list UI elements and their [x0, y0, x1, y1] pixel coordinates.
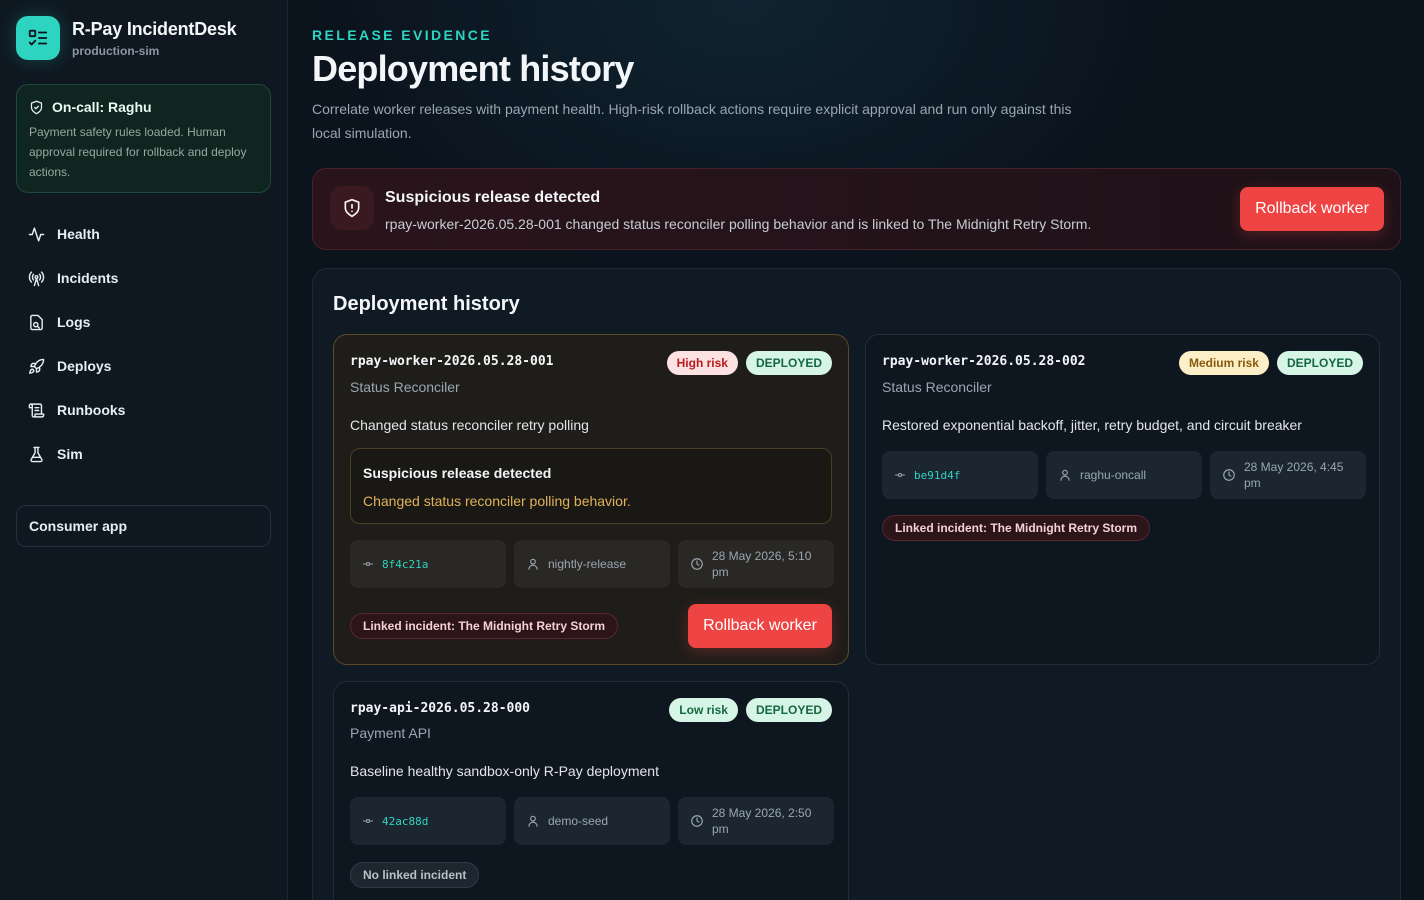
- risk-badge: Low risk: [669, 698, 738, 722]
- sidebar-item-health[interactable]: Health: [16, 212, 271, 256]
- commit-hash: be91d4f: [914, 468, 961, 482]
- checklist-icon: [16, 16, 60, 60]
- rocket-icon: [29, 358, 45, 374]
- linked-incident-pill[interactable]: Linked incident: The Midnight Retry Stor…: [350, 613, 619, 639]
- sidebar-item-incidents[interactable]: Incidents: [16, 256, 271, 300]
- alert-text: rpay-worker-2026.05.28-001 changed statu…: [385, 216, 1092, 232]
- time-box: 28 May 2026, 5:10 pm: [678, 540, 834, 588]
- commit-hash: 42ac88d: [382, 814, 429, 828]
- alert-title: Suspicious release detected: [385, 189, 601, 206]
- deployment-card: rpay-api-2026.05.28-000 Payment API Low …: [333, 681, 849, 900]
- author-box: raghu-oncall: [1046, 451, 1202, 499]
- clock-icon: [1223, 469, 1235, 481]
- commit-box: be91d4f: [882, 451, 1038, 499]
- rollback-worker-button[interactable]: Rollback worker: [1240, 187, 1384, 231]
- time-box: 28 May 2026, 4:45 pm: [1210, 451, 1366, 499]
- deployment-service: Status Reconciler: [882, 379, 992, 395]
- time-box: 28 May 2026, 2:50 pm: [678, 797, 834, 845]
- sidebar: R-Pay IncidentDesk production-sim On-cal…: [0, 0, 288, 900]
- commit-icon: [895, 473, 905, 477]
- sidebar-item-label: Logs: [57, 314, 91, 330]
- shield-alert-icon: [330, 186, 374, 230]
- commit-icon: [363, 819, 373, 823]
- deployment-description: Restored exponential backoff, jitter, re…: [882, 417, 1302, 433]
- clock-icon: [691, 558, 703, 570]
- flask-icon: [30, 446, 43, 462]
- suspicious-title: Suspicious release detected: [363, 465, 552, 481]
- scroll-icon: [28, 402, 45, 418]
- commit-hash: 8f4c21a: [382, 557, 429, 571]
- author: demo-seed: [548, 814, 609, 828]
- oncall-body: Payment safety rules loaded. Human appro…: [29, 125, 247, 179]
- deployment-description: Baseline healthy sandbox-only R-Pay depl…: [350, 763, 659, 779]
- deployment-service: Payment API: [350, 725, 431, 741]
- shield-check-icon: [30, 100, 43, 114]
- sidebar-item-logs[interactable]: Logs: [16, 300, 271, 344]
- sidebar-item-runbooks[interactable]: Runbooks: [16, 388, 271, 432]
- deploy-time: 28 May 2026, 2:50 pm: [712, 806, 812, 836]
- brand[interactable]: R-Pay IncidentDesk production-sim: [16, 16, 237, 60]
- commit-icon: [363, 562, 373, 566]
- deployment-service: Status Reconciler: [350, 379, 460, 395]
- linked-incident-pill: No linked incident: [350, 862, 480, 888]
- suspicious-text: Changed status reconciler polling behavi…: [363, 493, 631, 509]
- page-eyebrow: RELEASE EVIDENCE: [312, 27, 492, 43]
- risk-badge: Medium risk: [1178, 351, 1269, 375]
- sidebar-item-deploys[interactable]: Deploys: [16, 344, 271, 388]
- clock-icon: [691, 815, 703, 827]
- sidebar-item-label: Health: [57, 226, 100, 242]
- risk-badge: High risk: [666, 351, 738, 375]
- deployment-id: rpay-worker-2026.05.28-001: [350, 354, 554, 369]
- author: raghu-oncall: [1080, 468, 1147, 482]
- suspicious-release-alert: Suspicious release detected rpay-worker-…: [312, 168, 1401, 250]
- user-icon: [528, 558, 538, 570]
- broadcast-icon: [28, 270, 45, 286]
- rollback-worker-button[interactable]: Rollback worker: [688, 604, 832, 648]
- consumer-app-button[interactable]: Consumer app: [16, 505, 271, 547]
- deploy-time: 28 May 2026, 4:45 pm: [1244, 460, 1344, 490]
- sidebar-item-label: Incidents: [57, 270, 119, 286]
- status-badge: DEPLOYED: [1276, 351, 1363, 375]
- oncall-title: On-call: Raghu: [52, 99, 152, 115]
- panel-title: Deployment history: [333, 293, 520, 315]
- sidebar-item-label: Deploys: [57, 358, 112, 374]
- user-icon: [528, 815, 538, 827]
- deployment-card: rpay-worker-2026.05.28-002 Status Reconc…: [865, 334, 1380, 665]
- deployment-description: Changed status reconciler retry polling: [350, 417, 589, 433]
- user-icon: [1060, 469, 1070, 481]
- deployment-id: rpay-api-2026.05.28-000: [350, 701, 531, 716]
- suspicious-callout: Suspicious release detected Changed stat…: [350, 448, 832, 524]
- page-title: Deployment history: [312, 48, 634, 89]
- sidebar-nav: Health Incidents Logs Deploys Runbooks S…: [16, 212, 271, 476]
- author-box: nightly-release: [514, 540, 670, 588]
- logs-icon: [30, 314, 43, 330]
- commit-box: 42ac88d: [350, 797, 506, 845]
- deployment-card: rpay-worker-2026.05.28-001 Status Reconc…: [333, 334, 849, 665]
- commit-box: 8f4c21a: [350, 540, 506, 588]
- pulse-icon: [28, 226, 45, 242]
- deploy-time: 28 May 2026, 5:10 pm: [712, 549, 812, 579]
- page-description: Correlate worker releases with payment h…: [312, 101, 1072, 141]
- sidebar-item-sim[interactable]: Sim: [16, 432, 271, 476]
- brand-title: R-Pay IncidentDesk: [72, 18, 237, 39]
- sidebar-item-label: Sim: [57, 446, 83, 462]
- linked-incident-pill[interactable]: Linked incident: The Midnight Retry Stor…: [882, 515, 1151, 541]
- status-badge: DEPLOYED: [745, 351, 832, 375]
- sidebar-item-label: Runbooks: [57, 402, 126, 418]
- author: nightly-release: [548, 557, 627, 571]
- oncall-card: On-call: Raghu Payment safety rules load…: [16, 84, 271, 193]
- author-box: demo-seed: [514, 797, 670, 845]
- status-badge: DEPLOYED: [745, 698, 832, 722]
- brand-subtitle: production-sim: [72, 43, 160, 58]
- deployment-id: rpay-worker-2026.05.28-002: [882, 354, 1086, 369]
